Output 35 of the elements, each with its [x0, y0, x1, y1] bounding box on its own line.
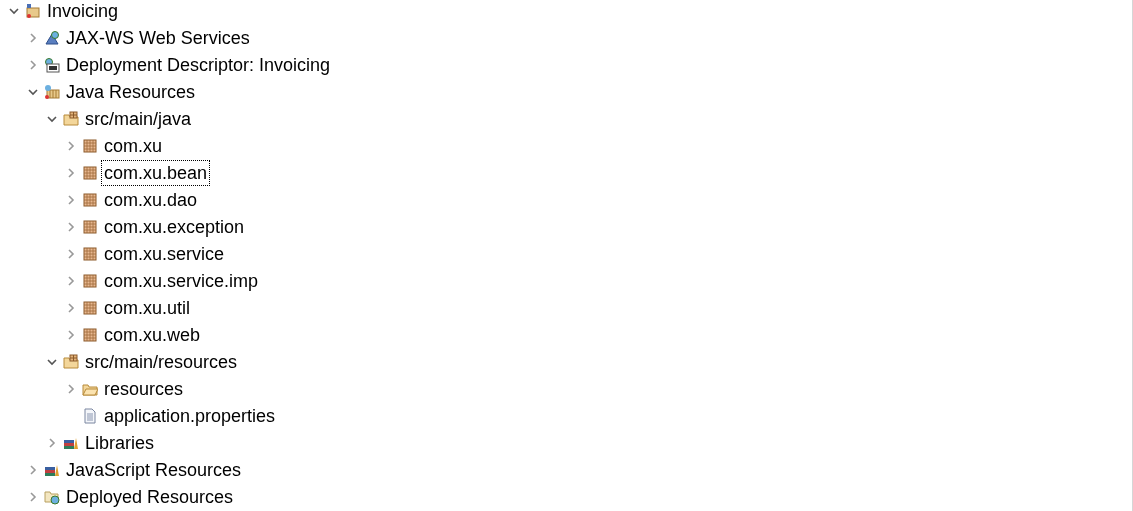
tree-item[interactable]: src/main/java: [82, 105, 195, 132]
tree-item[interactable]: Deployed Resources: [63, 483, 237, 510]
globe-icon: [44, 29, 60, 46]
tree-item[interactable]: resources: [101, 375, 187, 402]
tree-item[interactable]: com.xu.service.imp: [101, 267, 262, 294]
tree-item[interactable]: Deployment Descriptor: Invoicing: [63, 51, 334, 78]
tree-item[interactable]: Libraries: [82, 429, 158, 456]
tree-item[interactable]: com.xu.bean: [101, 159, 211, 186]
package-icon: [82, 245, 98, 262]
package-icon: [82, 137, 98, 154]
tree-item[interactable]: com.xu.web: [101, 321, 204, 348]
package-icon: [82, 191, 98, 208]
tree-item[interactable]: Invoicing: [44, 0, 122, 24]
tree-item[interactable]: JavaScript Resources: [63, 456, 245, 483]
tree-item[interactable]: Java Resources: [63, 78, 199, 105]
package-icon: [82, 272, 98, 289]
tree-item[interactable]: com.xu.dao: [101, 186, 201, 213]
tree-item[interactable]: src/main/resources: [82, 348, 241, 375]
package-icon: [82, 218, 98, 235]
package-folder-icon: [63, 110, 79, 127]
package-icon: [82, 326, 98, 343]
jar-icon: [44, 83, 60, 100]
file-icon: [82, 407, 98, 424]
tree-item[interactable]: com.xu.exception: [101, 213, 248, 240]
tree-item[interactable]: application.properties: [101, 402, 279, 429]
tree-item[interactable]: com.xu.service: [101, 240, 228, 267]
package-folder-icon: [63, 353, 79, 370]
package-icon: [82, 164, 98, 181]
project-icon: [25, 2, 41, 19]
tree-item[interactable]: com.xu.util: [101, 294, 194, 321]
tree-item[interactable]: JAX-WS Web Services: [63, 24, 253, 51]
descriptor-icon: [44, 56, 60, 73]
package-icon: [82, 299, 98, 316]
folder-globe-icon: [44, 488, 60, 505]
tree-item[interactable]: com.xu: [101, 132, 166, 159]
